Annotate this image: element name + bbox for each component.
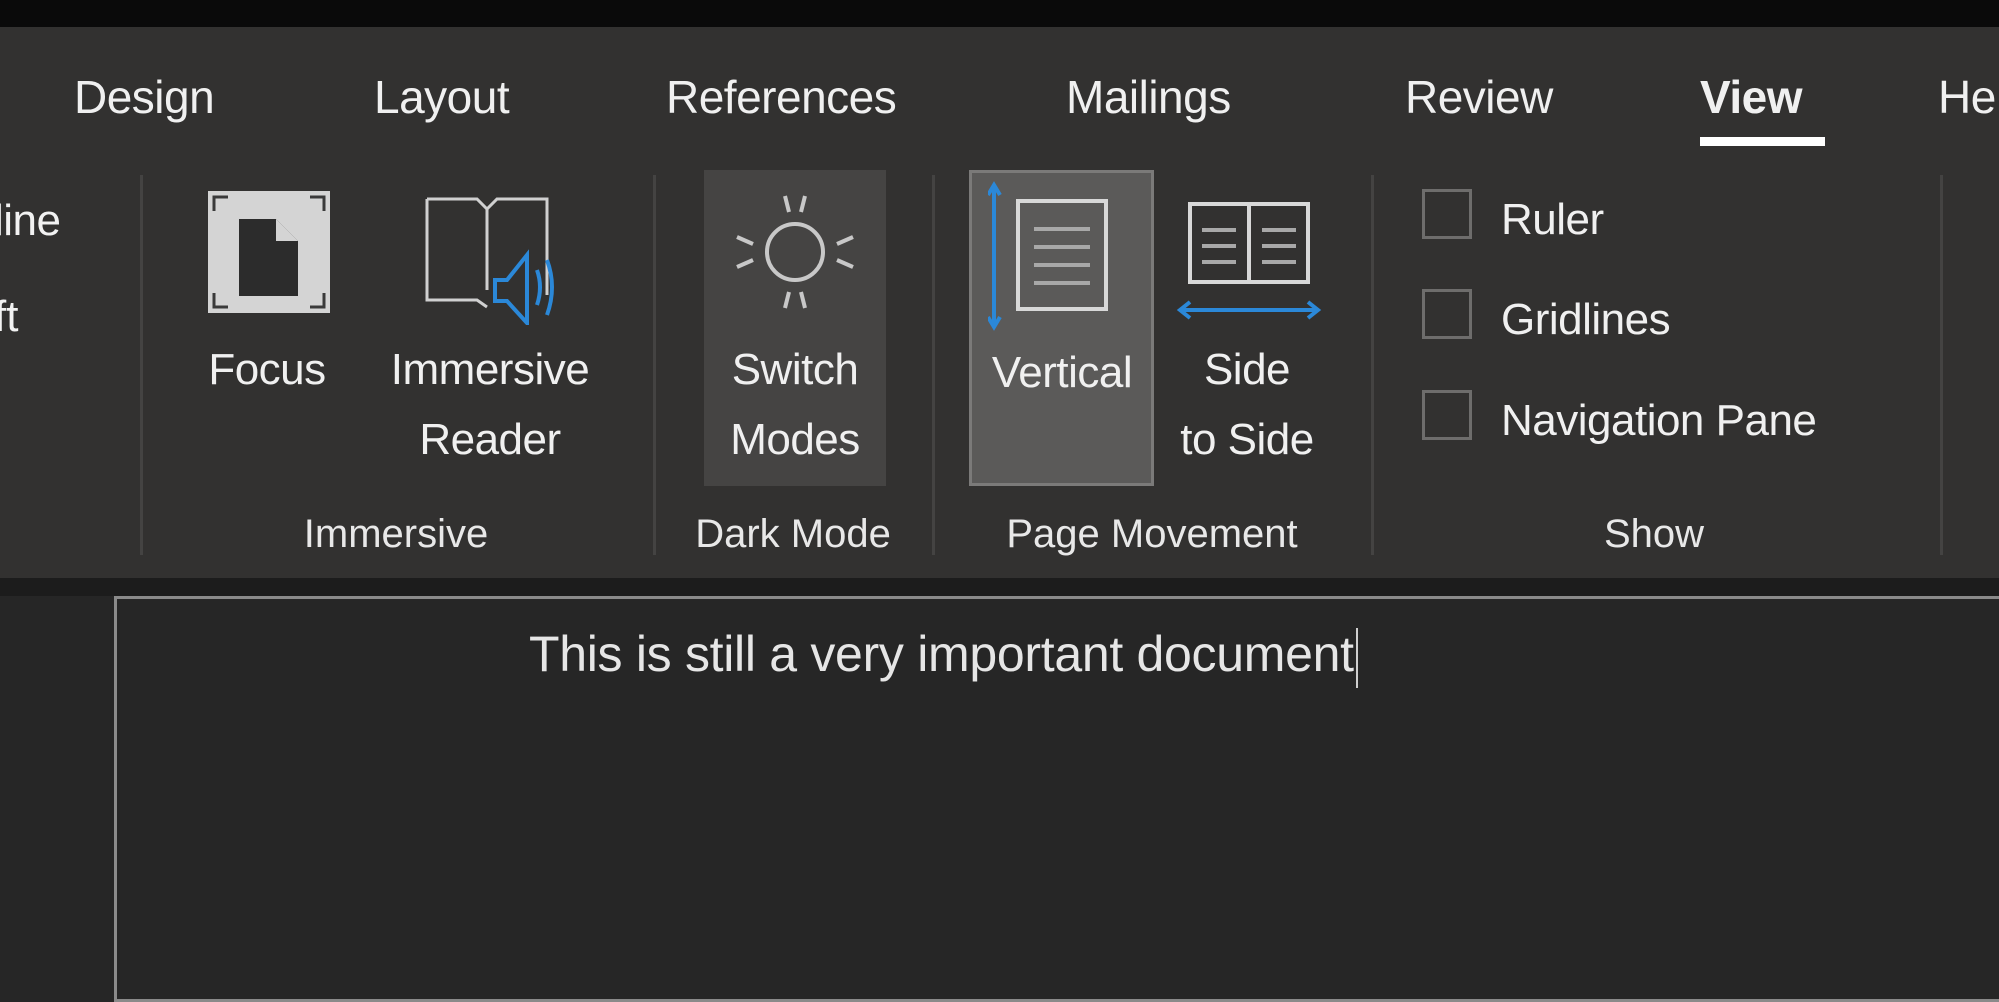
ribbon-divider [0, 578, 1999, 596]
navigation-pane-checkbox[interactable] [1422, 390, 1472, 440]
focus-label: Focus [208, 345, 326, 394]
group-separator [1940, 175, 1943, 555]
document-body[interactable]: This is still a very important document [529, 625, 1358, 688]
group-label-immersive: Immersive [303, 512, 489, 556]
ruler-label[interactable]: Ruler [1501, 195, 1604, 245]
tab-mailings[interactable]: Mailings [1066, 70, 1231, 124]
sun-icon [736, 195, 854, 309]
group-separator [932, 175, 935, 555]
immersive-reader-label-line1: Immersive [390, 345, 590, 394]
side-to-side-icon [1176, 202, 1322, 320]
tab-layout[interactable]: Layout [374, 70, 510, 124]
side-to-side-label-line1: Side [1203, 345, 1291, 394]
gridlines-label[interactable]: Gridlines [1501, 295, 1671, 345]
navigation-pane-label[interactable]: Navigation Pane [1501, 396, 1817, 446]
immersive-reader-label-line2: Reader [419, 415, 561, 464]
switch-modes-label-line1: Switch [731, 345, 859, 394]
tab-help[interactable]: He [1938, 70, 1996, 124]
active-tab-indicator [1700, 137, 1825, 146]
document-text: This is still a very important document [529, 626, 1354, 682]
side-to-side-label-line2: to Side [1180, 415, 1314, 464]
side-to-side-button[interactable]: Side to Side [1170, 185, 1330, 485]
gridlines-checkbox[interactable] [1422, 289, 1472, 339]
focus-button[interactable]: Focus [198, 185, 343, 485]
group-separator [140, 175, 143, 555]
group-separator [1371, 175, 1374, 555]
vertical-page-icon [988, 181, 1108, 331]
group-separator [653, 175, 656, 555]
tab-design[interactable]: Design [74, 70, 215, 124]
ruler-checkbox[interactable] [1422, 189, 1472, 239]
text-caret [1355, 627, 1358, 688]
vertical-label: Vertical [991, 348, 1133, 397]
switch-modes-button[interactable]: Switch Modes [704, 170, 886, 486]
immersive-reader-icon [425, 197, 554, 325]
title-bar [0, 0, 1999, 27]
switch-modes-label-line2: Modes [730, 415, 860, 464]
immersive-reader-button[interactable]: Immersive Reader [370, 185, 610, 485]
group-label-show: Show [1603, 512, 1705, 556]
outline-button-partial[interactable]: line [0, 196, 61, 246]
vertical-button[interactable]: Vertical [969, 170, 1154, 486]
tab-references[interactable]: References [666, 70, 897, 124]
group-label-dark-mode: Dark Mode [695, 512, 891, 556]
group-label-page-movement: Page Movement [1006, 512, 1298, 556]
focus-icon [208, 191, 330, 313]
tab-view[interactable]: View [1700, 70, 1803, 124]
tab-review[interactable]: Review [1405, 70, 1553, 124]
draft-button-partial[interactable]: ft [0, 292, 18, 342]
